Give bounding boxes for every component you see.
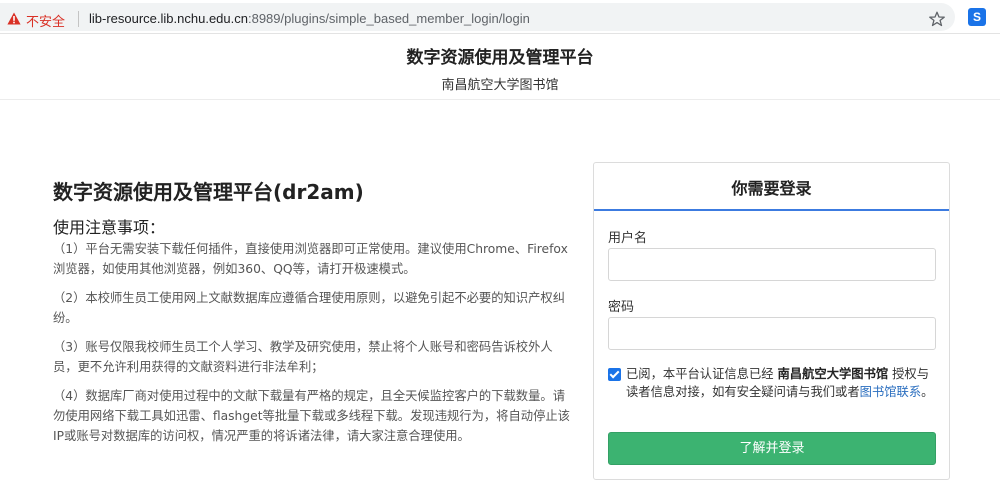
note-item-2: （2）本校师生员工使用网上文献数据库应遵循合理使用原则，以避免引起不必要的知识产… <box>53 291 565 325</box>
agreement-suffix: 。 <box>921 385 934 399</box>
agree-checkbox[interactable] <box>608 368 621 381</box>
usage-notes: 数字资源使用及管理平台(dr2am) 使用注意事项： （1）平台无需安装下载任何… <box>53 178 573 455</box>
login-panel-header: 你需要登录 <box>594 163 949 211</box>
not-secure-label[interactable]: 不安全 <box>26 11 65 30</box>
library-contact-link[interactable]: 图书馆联系 <box>860 385 922 399</box>
note-item-3: （3）账号仅限我校师生员工个人学习、教学及研究使用，禁止将个人账号和密码告诉校外… <box>53 340 553 374</box>
login-panel: 你需要登录 用户名 密码 已阅，本平台认证信息已经 南昌航空大学图书馆 授权与读… <box>593 162 950 480</box>
warning-icon[interactable] <box>7 12 21 25</box>
password-input[interactable] <box>608 317 936 350</box>
login-button[interactable]: 了解并登录 <box>608 432 936 465</box>
url-text[interactable]: lib-resource.lib.nchu.edu.cn:8989/plugin… <box>89 11 530 26</box>
bookmark-star-icon[interactable] <box>929 11 945 27</box>
platform-title: 数字资源使用及管理平台(dr2am) <box>53 180 364 204</box>
agreement-prefix: 已阅，本平台认证信息已经 <box>626 367 774 381</box>
notes-heading: 使用注意事项： <box>53 218 166 237</box>
site-subtitle: 南昌航空大学图书馆 <box>441 78 559 93</box>
login-title: 你需要登录 <box>731 179 812 198</box>
site-title: 数字资源使用及管理平台 <box>406 48 594 68</box>
browser-address-bar: 不安全 lib-resource.lib.nchu.edu.cn:8989/pl… <box>0 0 1000 34</box>
agreement-text: 已阅，本平台认证信息已经 南昌航空大学图书馆 授权与读者信息对接，如有安全疑问请… <box>626 365 941 401</box>
note-item-4: （4）数据库厂商对使用过程中的文献下载量有严格的规定，且全天候监控客户的下载数量… <box>53 389 570 443</box>
username-label: 用户名 <box>608 231 648 246</box>
password-label: 密码 <box>608 300 635 315</box>
notes-list: （1）平台无需安装下载任何插件，直接使用浏览器即可正常使用。建议使用Chrome… <box>53 239 573 446</box>
extension-icon[interactable]: S <box>968 8 986 26</box>
url-path: :8989/plugins/simple_based_member_login/… <box>247 11 530 26</box>
note-item-1: （1）平台无需安装下载任何插件，直接使用浏览器即可正常使用。建议使用Chrome… <box>53 242 568 276</box>
omnibox[interactable]: 不安全 lib-resource.lib.nchu.edu.cn:8989/pl… <box>0 3 955 31</box>
url-host: lib-resource.lib.nchu.edu.cn <box>89 11 248 26</box>
page-header: 数字资源使用及管理平台 南昌航空大学图书馆 <box>0 34 1000 100</box>
username-input[interactable] <box>608 248 936 281</box>
omnibox-divider <box>78 11 79 27</box>
agreement-org: 南昌航空大学图书馆 <box>777 367 889 381</box>
